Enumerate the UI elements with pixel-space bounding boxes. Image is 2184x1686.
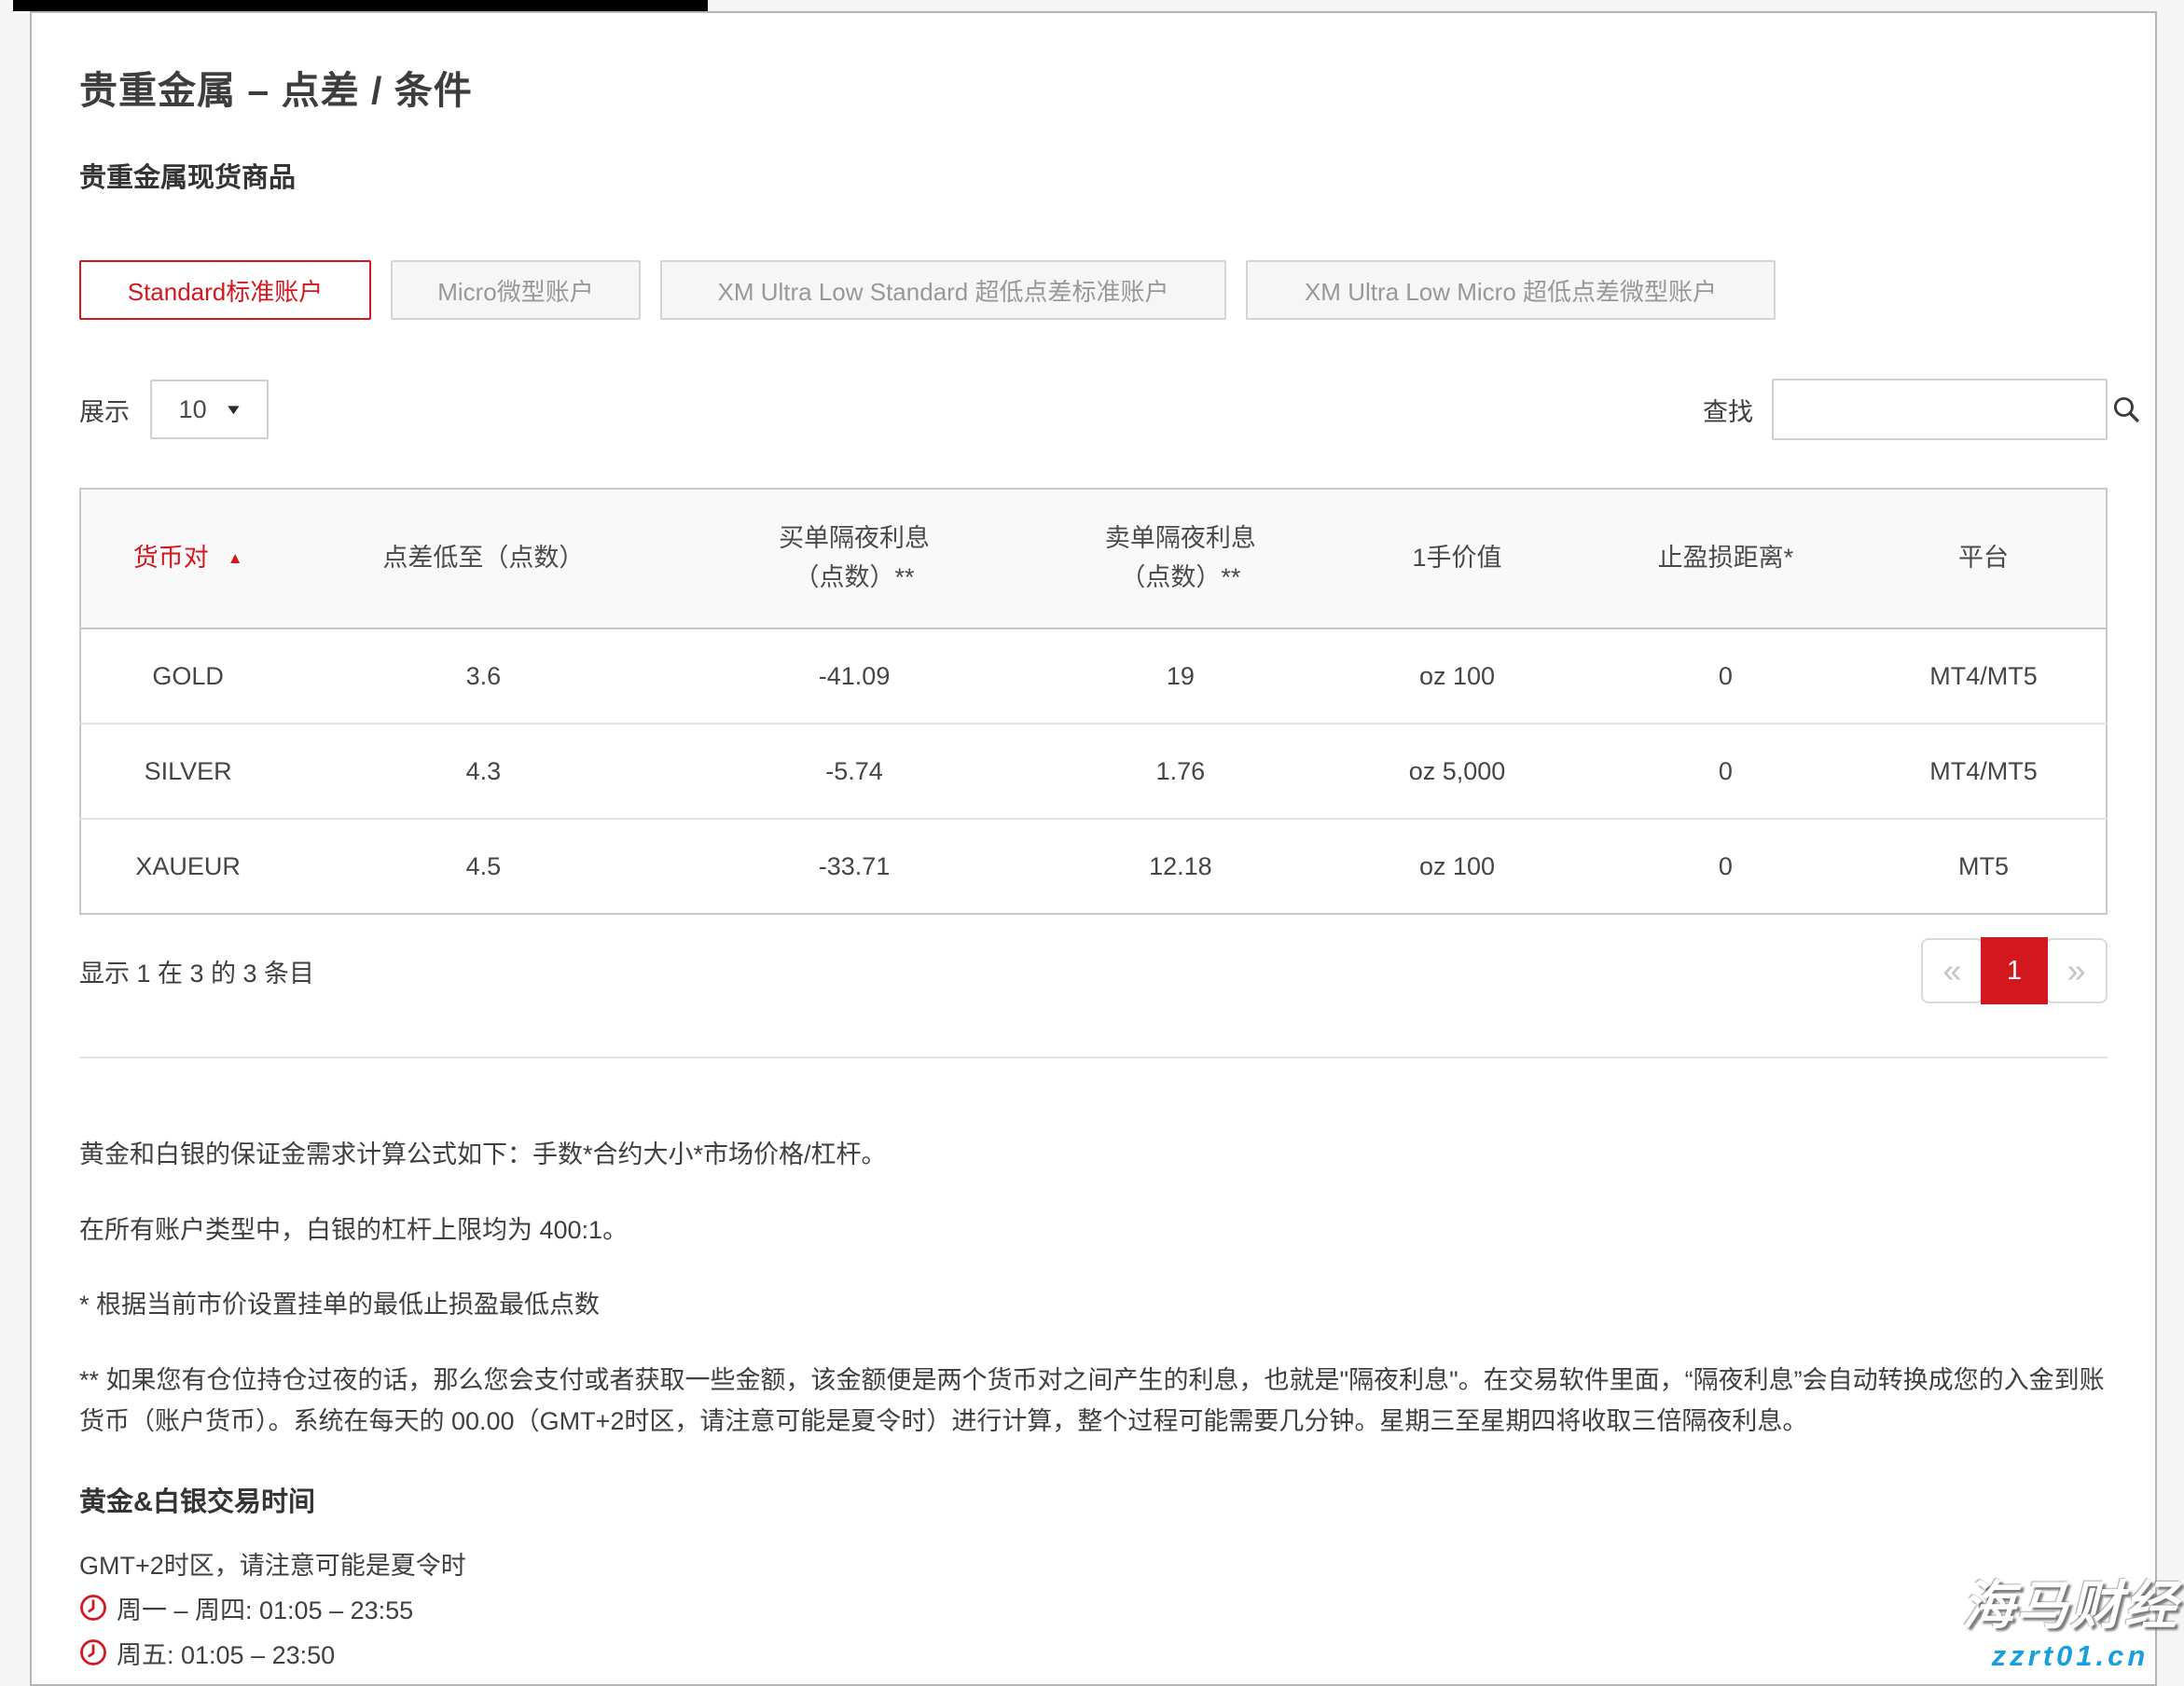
table-header-row: 货币对 ▲ 点差低至（点数） 买单隔夜利息 （点数）** 卖单隔夜利息 （点数）*…	[80, 489, 2107, 629]
pagination: « 1 »	[1921, 937, 2108, 1004]
cell-swap-long: -33.71	[672, 819, 1037, 914]
page-subtitle: 贵重金属现货商品	[79, 156, 2108, 195]
cell-spread: 4.5	[295, 819, 671, 914]
instruments-table: 货币对 ▲ 点差低至（点数） 买单隔夜利息 （点数）** 卖单隔夜利息 （点数）*…	[79, 488, 2108, 915]
table-controls-row: 展示 10 ▼ 查找	[79, 379, 2108, 440]
search-group: 查找	[1703, 379, 2108, 440]
pagination-page-1-button[interactable]: 1	[1981, 937, 2048, 1004]
column-header-spread[interactable]: 点差低至（点数）	[295, 489, 671, 629]
cell-platform: MT5	[1861, 819, 2107, 914]
cell-symbol: SILVER	[80, 724, 295, 819]
pagination-prev-button[interactable]: «	[1921, 938, 1984, 1003]
entries-summary: 显示 1 在 3 的 3 条目	[79, 953, 314, 989]
cell-lot-value: oz 100	[1324, 629, 1590, 724]
page-title: 贵重金属 – 点差 / 条件	[79, 59, 2108, 115]
account-type-tabs: Standard标准账户 Micro微型账户 XM Ultra Low Stan…	[79, 260, 2108, 320]
tab-ultra-low-micro-account[interactable]: XM Ultra Low Micro 超低点差微型账户	[1246, 260, 1776, 320]
cell-stop-level: 0	[1590, 819, 1861, 914]
column-header-lot-value[interactable]: 1手价值	[1324, 489, 1590, 629]
section-divider	[79, 1057, 2108, 1058]
column-header-symbol[interactable]: 货币对 ▲	[80, 489, 295, 629]
clock-icon	[79, 1594, 107, 1622]
table-row-gold: GOLD 3.6 -41.09 19 oz 100 0 MT4/MT5	[80, 629, 2107, 724]
trading-hours-heading: 黄金&白银交易时间	[79, 1480, 2108, 1519]
pagination-next-button[interactable]: »	[2045, 938, 2108, 1003]
cell-swap-short: 12.18	[1037, 819, 1325, 914]
note-margin-formula: 黄金和白银的保证金需求计算公式如下：手数*合约大小*市场价格/杠杆。	[79, 1135, 2108, 1176]
cell-swap-long: -5.74	[672, 724, 1037, 819]
hours-friday-label: 周五: 01:05 – 23:50	[117, 1635, 335, 1671]
cell-swap-long: -41.09	[672, 629, 1037, 724]
page-size-group: 展示 10 ▼	[79, 380, 269, 439]
timezone-note: GMT+2时区，请注意可能是夏令时	[79, 1545, 2108, 1582]
column-header-swap-long[interactable]: 买单隔夜利息 （点数）**	[672, 489, 1037, 629]
cell-lot-value: oz 100	[1324, 819, 1590, 914]
column-header-stop-level[interactable]: 止盈损距离*	[1590, 489, 1861, 629]
cell-swap-short: 19	[1037, 629, 1325, 724]
content-card: 贵重金属 – 点差 / 条件 贵重金属现货商品 Standard标准账户 Mic…	[30, 11, 2157, 1686]
cell-symbol: XAUEUR	[80, 819, 295, 914]
note-stop-level: * 根据当前市价设置挂单的最低止损盈最低点数	[79, 1285, 2108, 1326]
top-black-bar	[13, 0, 708, 11]
search-icon[interactable]	[2110, 394, 2142, 425]
column-header-swap-short[interactable]: 卖单隔夜利息 （点数）**	[1037, 489, 1325, 629]
cell-platform: MT4/MT5	[1861, 724, 2107, 819]
cell-spread: 4.3	[295, 724, 671, 819]
search-label: 查找	[1703, 392, 1753, 428]
tab-ultra-low-standard-account[interactable]: XM Ultra Low Standard 超低点差标准账户	[660, 260, 1226, 320]
column-header-platform[interactable]: 平台	[1861, 489, 2107, 629]
cell-platform: MT4/MT5	[1861, 629, 2107, 724]
table-row-xaueur: XAUEUR 4.5 -33.71 12.18 oz 100 0 MT5	[80, 819, 2107, 914]
table-footer: 显示 1 在 3 的 3 条目 « 1 »	[79, 937, 2108, 1004]
clock-icon	[79, 1638, 107, 1666]
chevron-down-icon: ▼	[224, 402, 243, 418]
sort-ascending-icon: ▲	[228, 549, 243, 567]
search-box	[1772, 379, 2108, 440]
cell-lot-value: oz 5,000	[1324, 724, 1590, 819]
hours-weekdays-label: 周一 – 周四: 01:05 – 23:55	[117, 1590, 413, 1626]
cell-stop-level: 0	[1590, 629, 1861, 724]
tab-standard-account[interactable]: Standard标准账户	[79, 260, 371, 320]
cell-symbol: GOLD	[80, 629, 295, 724]
page-size-value: 10	[179, 395, 207, 424]
cell-stop-level: 0	[1590, 724, 1861, 819]
notes-section: 黄金和白银的保证金需求计算公式如下：手数*合约大小*市场价格/杠杆。 在所有账户…	[79, 1135, 2108, 1443]
table-row-silver: SILVER 4.3 -5.74 1.76 oz 5,000 0 MT4/MT5	[80, 724, 2107, 819]
page-size-select[interactable]: 10 ▼	[150, 380, 269, 439]
column-header-symbol-label: 货币对	[133, 544, 209, 572]
note-silver-leverage: 在所有账户类型中，白银的杠杆上限均为 400:1。	[79, 1210, 2108, 1251]
search-input[interactable]	[1774, 380, 2110, 438]
tab-micro-account[interactable]: Micro微型账户	[391, 260, 641, 320]
cell-spread: 3.6	[295, 629, 671, 724]
show-label: 展示	[79, 392, 130, 428]
note-swap-explanation: ** 如果您有仓位持仓过夜的话，那么您会支付或者获取一些金额，该金额便是两个货币…	[79, 1361, 2108, 1442]
cell-swap-short: 1.76	[1037, 724, 1325, 819]
hours-line-weekdays: 周一 – 周四: 01:05 – 23:55	[79, 1590, 2108, 1626]
hours-line-friday: 周五: 01:05 – 23:50	[79, 1635, 2108, 1671]
